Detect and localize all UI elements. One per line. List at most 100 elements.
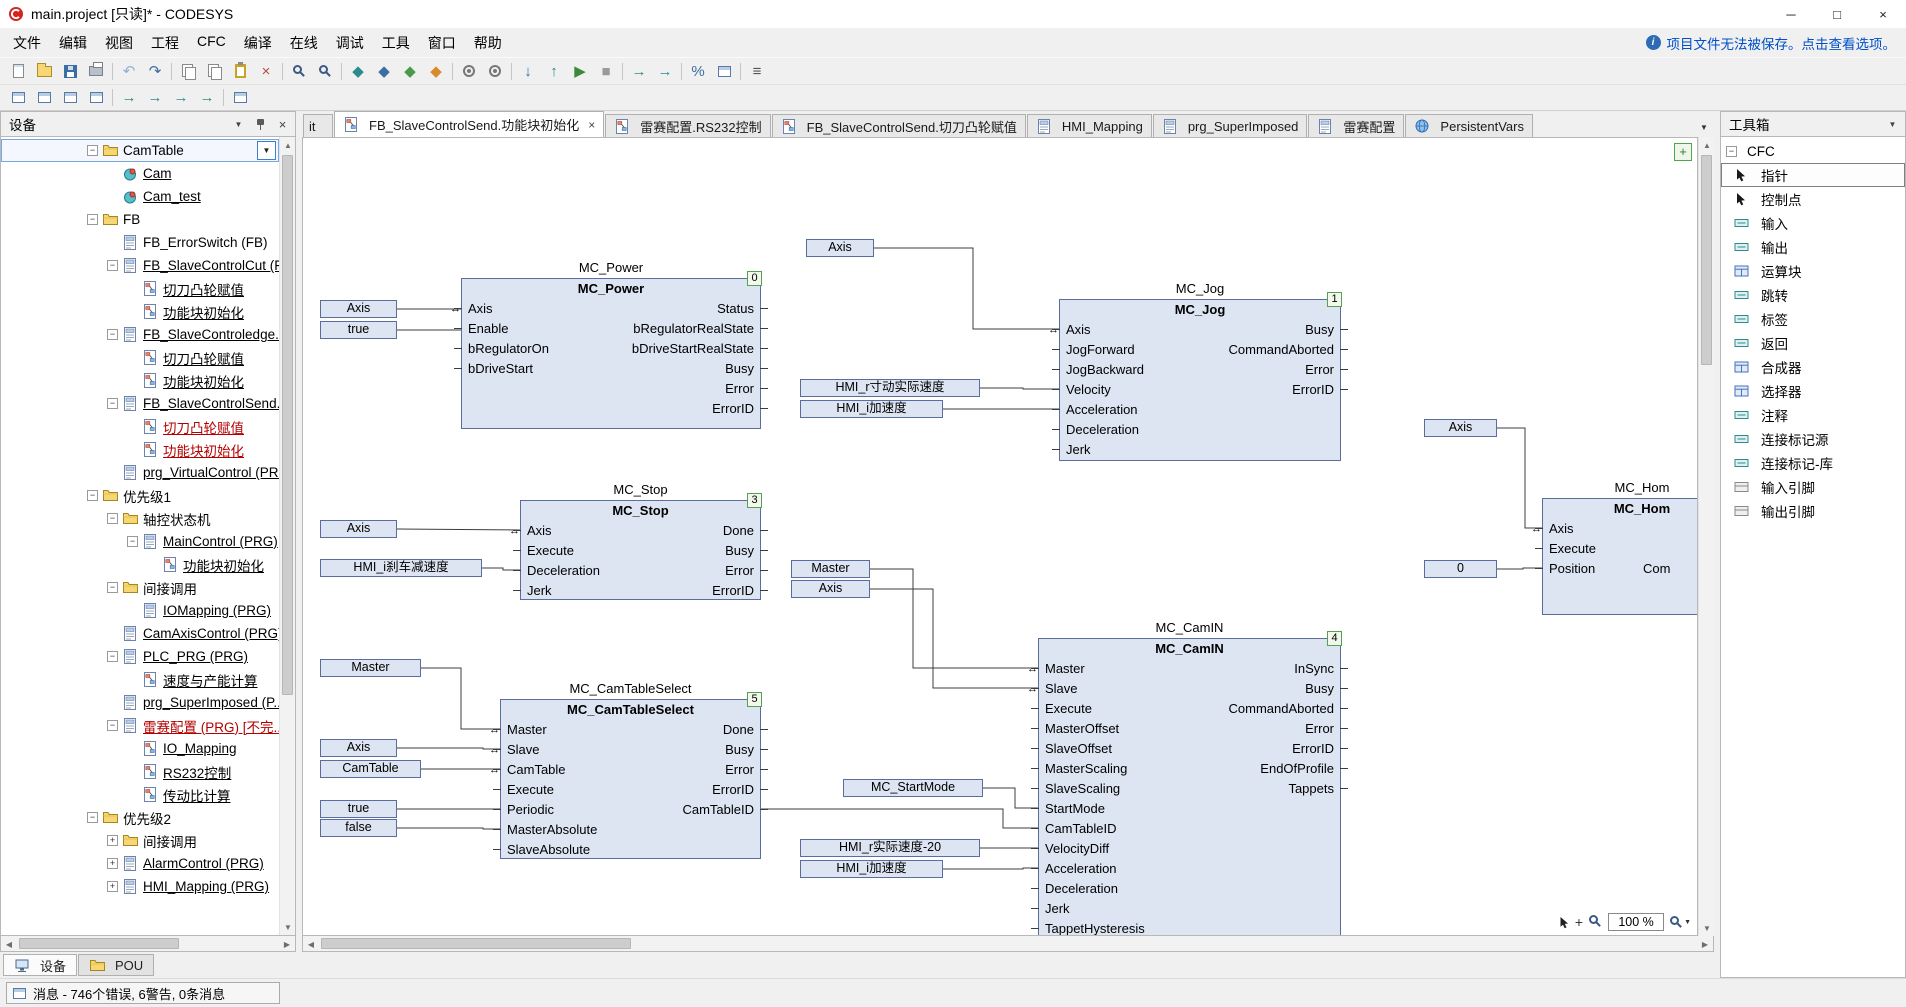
scrollbar-thumb[interactable] — [1701, 155, 1712, 365]
output-pin[interactable]: bRegulatorRealState — [633, 319, 754, 339]
operand-box[interactable]: HMI_i加速度 — [800, 400, 943, 418]
tree-item[interactable]: Cam_test — [1, 185, 279, 208]
cfc-canvas[interactable]: + + 100 % ▼ MC_PowerMC_PowerAxisEnablebR… — [302, 137, 1698, 936]
toolbox-dropdown-icon[interactable]: ▼ — [1884, 116, 1901, 133]
output-pin[interactable]: CommandAborted — [1229, 699, 1335, 719]
operand-box[interactable]: HMI_i加速度 — [800, 860, 943, 878]
collapse-icon[interactable]: − — [107, 582, 118, 593]
output-pin[interactable]: ErrorID — [712, 399, 754, 419]
cfc-block-mc-jog[interactable]: MC_JogAxisJogForwardJogBackwardVelocityA… — [1059, 299, 1341, 461]
tree-horizontal-scrollbar[interactable]: ◀ ▶ — [0, 936, 296, 952]
build-button[interactable]: ◆ — [345, 60, 371, 82]
maximize-button[interactable]: □ — [1814, 0, 1860, 28]
input-pin[interactable]: StartMode — [1045, 799, 1105, 819]
menu-item[interactable]: 调试 — [327, 28, 373, 58]
tree-item[interactable]: IO_Mapping — [1, 737, 279, 760]
redo-button[interactable]: ↷ — [142, 60, 168, 82]
output-pin[interactable]: Tappets — [1288, 779, 1334, 799]
tree-item[interactable]: Cam — [1, 162, 279, 185]
menu-item[interactable]: 文件 — [4, 28, 50, 58]
start-button[interactable]: ▶ — [567, 60, 593, 82]
delete-button[interactable]: × — [253, 60, 279, 82]
toolbox-item[interactable]: 输入引脚 — [1721, 475, 1905, 499]
stop-button[interactable]: ■ — [593, 60, 619, 82]
input-pin[interactable]: Axis — [1066, 320, 1091, 340]
output-pin[interactable]: Busy — [1305, 320, 1334, 340]
tree-item[interactable]: −优先级1 — [1, 484, 279, 507]
input-pin[interactable]: Master — [507, 720, 547, 740]
scroll-right-icon[interactable]: ▶ — [279, 936, 295, 952]
grid-view-button[interactable] — [227, 87, 253, 109]
menu-item[interactable]: 工程 — [142, 28, 188, 58]
input-pin[interactable]: Periodic — [507, 800, 554, 820]
close-button[interactable]: × — [1860, 0, 1906, 28]
input-pin[interactable]: Axis — [527, 521, 552, 541]
device-tree[interactable]: −CamTable▼CamCam_test−FBFB_ErrorSwitch (… — [1, 137, 279, 935]
cfc-block-mc-camtableselect[interactable]: MC_CamTableSelectMasterSlaveCamTableExec… — [500, 699, 761, 859]
input-pin[interactable]: MasterScaling — [1045, 759, 1127, 779]
close-tab-icon[interactable]: × — [588, 118, 595, 132]
tree-item[interactable]: −FB_SlaveControledge... — [1, 323, 279, 346]
toolbox-item[interactable]: 连接标记-库 — [1721, 451, 1905, 475]
step-1-button[interactable]: → — [168, 87, 194, 109]
menu-item[interactable]: 编辑 — [50, 28, 96, 58]
collapse-icon[interactable]: − — [107, 651, 118, 662]
input-pin[interactable]: JogBackward — [1066, 360, 1144, 380]
menu-item[interactable]: 帮助 — [465, 28, 511, 58]
tree-item[interactable]: +间接调用 — [1, 829, 279, 852]
input-pin[interactable]: Velocity — [1066, 380, 1111, 400]
output-pin[interactable]: Error — [725, 561, 754, 581]
output-pin[interactable]: EndOfProfile — [1260, 759, 1334, 779]
input-pin[interactable]: CamTableID — [1045, 819, 1117, 839]
collapse-icon[interactable]: − — [87, 214, 98, 225]
canvas-vertical-scrollbar[interactable]: ▲ ▼ — [1698, 137, 1714, 936]
toolbox-group[interactable]: − CFC — [1721, 140, 1905, 163]
tree-item[interactable]: IOMapping (PRG) — [1, 599, 279, 622]
tree-item[interactable]: −轴控状态机 — [1, 507, 279, 530]
input-pin[interactable]: Master — [1045, 659, 1085, 679]
save-project-button[interactable] — [57, 60, 83, 82]
collapse-icon[interactable]: − — [87, 145, 98, 156]
canvas-horizontal-scrollbar[interactable]: ◀ ▶ — [302, 936, 1714, 952]
scroll-up-icon[interactable]: ▲ — [1699, 137, 1715, 153]
view-toggle-button[interactable] — [57, 87, 83, 109]
input-pin[interactable]: Position — [1549, 559, 1595, 579]
collapse-icon[interactable]: − — [107, 720, 118, 731]
operand-box[interactable]: Axis — [1424, 419, 1497, 437]
tree-item[interactable]: −FB_SlaveControlCut (F... — [1, 254, 279, 277]
new-project-button[interactable] — [5, 60, 31, 82]
input-pin[interactable]: Slave — [1045, 679, 1078, 699]
tree-item[interactable]: 功能块初始化 — [1, 300, 279, 323]
editor-tab[interactable]: it — [303, 114, 333, 137]
tree-item[interactable]: 功能块初始化 — [1, 369, 279, 392]
operand-box[interactable]: CamTable — [320, 760, 421, 778]
operand-box[interactable]: HMI_i刹车减速度 — [320, 559, 482, 577]
nav-forward-button[interactable]: → — [142, 87, 168, 109]
watch-view-button[interactable] — [83, 87, 109, 109]
generate-code-button[interactable]: ◆ — [397, 60, 423, 82]
panel-tab-pou[interactable]: POU — [78, 954, 154, 976]
operand-box[interactable]: Master — [791, 560, 870, 578]
output-pin[interactable]: CamTableID — [682, 800, 754, 820]
nav-back-button[interactable]: → — [116, 87, 142, 109]
tree-item[interactable]: −雷赛配置 (PRG) [不完... — [1, 714, 279, 737]
scroll-right-icon[interactable]: ▶ — [1697, 936, 1713, 952]
panel-dropdown-icon[interactable]: ▼ — [230, 116, 247, 133]
input-pin[interactable]: Axis — [468, 299, 493, 319]
login-button[interactable]: ↓ — [515, 60, 541, 82]
input-pin[interactable]: Deceleration — [1045, 879, 1118, 899]
input-pin[interactable]: JogForward — [1066, 340, 1135, 360]
tree-item[interactable]: −MainControl (PRG) — [1, 530, 279, 553]
cfc-block-mc-camin[interactable]: MC_CamINMasterSlaveExecuteMasterOffsetSl… — [1038, 638, 1341, 936]
input-pin[interactable]: SlaveAbsolute — [507, 840, 590, 860]
collapse-icon[interactable]: − — [87, 490, 98, 501]
operand-box[interactable]: Axis — [791, 580, 870, 598]
operand-box[interactable]: HMI_r寸动实际速度 — [800, 379, 980, 397]
operand-box[interactable]: true — [320, 800, 397, 818]
editor-tab[interactable]: prg_SuperImposed — [1153, 114, 1308, 137]
operand-box[interactable]: Axis — [320, 739, 397, 757]
output-pin[interactable]: Error — [725, 760, 754, 780]
magnifier-icon[interactable] — [1589, 915, 1602, 930]
input-pin[interactable]: Deceleration — [1066, 420, 1139, 440]
scroll-left-icon[interactable]: ◀ — [303, 936, 319, 952]
